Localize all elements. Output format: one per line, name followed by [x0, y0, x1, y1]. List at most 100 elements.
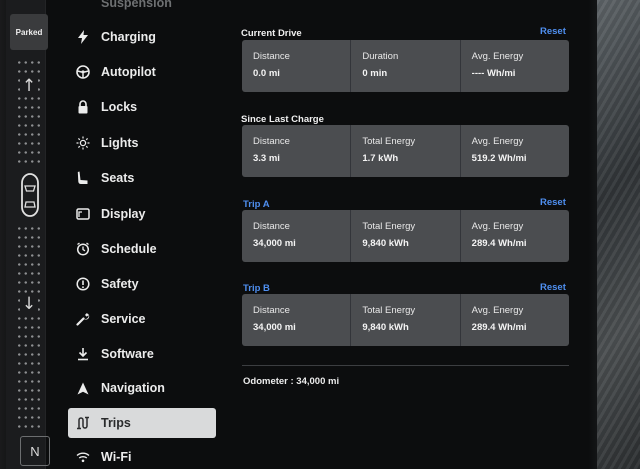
stat-value: 519.2 Wh/mi — [471, 153, 527, 164]
parked-badge[interactable]: Parked — [10, 14, 48, 50]
sidebar-item-label: Charging — [101, 30, 156, 44]
odometer-divider — [242, 365, 569, 366]
stat-value: 34,000 mi — [253, 322, 296, 333]
reverse-down-arrow-icon[interactable]: ↓ — [20, 294, 38, 314]
sidebar-item-label: Lights — [101, 136, 139, 150]
current-drive-reset-link[interactable]: Reset — [540, 26, 566, 37]
stat-value: 289.4 Wh/mi — [471, 238, 527, 249]
stat-cell-distance: Distance 34,000 mi — [242, 294, 350, 346]
stat-value: 9,840 kWh — [362, 238, 409, 249]
current-drive-card: Distance 0.0 mi Duration 0 min Avg. Ener… — [242, 40, 569, 92]
current-drive-title: Current Drive — [241, 28, 302, 39]
neutral-gear-label: N — [30, 443, 40, 459]
sidebar-item-label: Wi-Fi — [101, 450, 132, 464]
stat-label: Total Energy — [362, 221, 416, 232]
stat-label: Total Energy — [362, 136, 416, 147]
sidebar-item-locks[interactable]: Locks — [68, 92, 216, 122]
gear-dots-upper — [16, 58, 42, 166]
suspension-icon — [75, 0, 91, 11]
lightning-icon — [75, 29, 91, 45]
trip-a-title: Trip A — [243, 199, 270, 210]
car-top-view-icon — [20, 172, 40, 218]
trip-a-reset-link[interactable]: Reset — [540, 197, 566, 208]
gear-dots-lower — [16, 224, 42, 432]
sidebar-item-wifi[interactable]: Wi-Fi — [68, 442, 216, 469]
stat-value: 3.3 mi — [253, 153, 280, 164]
trips-icon — [75, 415, 91, 431]
sidebar-item-label: Safety — [101, 277, 139, 291]
stat-label: Distance — [253, 305, 290, 316]
stat-value: 1.7 kWh — [362, 153, 399, 164]
stat-label: Distance — [253, 221, 290, 232]
stat-cell-avg-energy: Avg. Energy 519.2 Wh/mi — [459, 125, 569, 177]
since-last-charge-card: Distance 3.3 mi Total Energy 1.7 kWh Avg… — [242, 125, 569, 177]
stat-label: Avg. Energy — [471, 136, 524, 147]
display-icon — [75, 206, 91, 222]
sidebar-item-label: Suspension — [101, 0, 172, 10]
lock-icon — [75, 99, 91, 115]
stat-cell-total-energy: Total Energy 9,840 kWh — [350, 210, 459, 262]
sidebar-item-safety[interactable]: Safety — [68, 269, 216, 299]
sidebar-item-schedule[interactable]: Schedule — [68, 234, 216, 264]
sidebar-item-label: Software — [101, 347, 154, 361]
sidebar-item-navigation[interactable]: Navigation — [68, 373, 216, 403]
stat-value: 0.0 mi — [253, 68, 280, 79]
stat-value: 34,000 mi — [253, 238, 296, 249]
sidebar-item-trips[interactable]: Trips — [68, 408, 216, 438]
sidebar-item-seats[interactable]: Seats — [68, 163, 216, 193]
sidebar-item-label: Navigation — [101, 381, 165, 395]
steering-wheel-icon — [75, 64, 91, 80]
trip-b-reset-link[interactable]: Reset — [540, 282, 566, 293]
sidebar-item-display[interactable]: Display — [68, 199, 216, 229]
stat-cell-avg-energy: Avg. Energy 289.4 Wh/mi — [459, 294, 569, 346]
download-icon — [75, 346, 91, 362]
stat-cell-avg-energy: Avg. Energy 289.4 Wh/mi — [459, 210, 569, 262]
stat-value: 9,840 kWh — [362, 322, 409, 333]
sidebar-item-service[interactable]: Service — [68, 304, 216, 334]
stat-label: Total Energy — [362, 305, 416, 316]
sidebar-item-autopilot[interactable]: Autopilot — [68, 57, 216, 87]
stat-cell-distance: Distance 0.0 mi — [242, 40, 350, 92]
gear-strip: Parked ↑ ↓ N — [6, 0, 50, 469]
drive-up-arrow-icon[interactable]: ↑ — [20, 76, 38, 96]
sidebar-item-label: Trips — [101, 416, 131, 430]
stat-cell-avg-energy: Avg. Energy ---- Wh/mi — [459, 40, 569, 92]
sidebar-item-lights[interactable]: Lights — [68, 128, 216, 158]
stat-cell-duration: Duration 0 min — [350, 40, 459, 92]
stat-label: Avg. Energy — [471, 221, 524, 232]
stat-label: Duration — [362, 51, 399, 62]
stat-cell-distance: Distance 34,000 mi — [242, 210, 350, 262]
odometer-readout: Odometer : 34,000 mi — [243, 376, 340, 387]
trips-panel: Current Drive Reset Distance 0.0 mi Dura… — [232, 0, 597, 469]
alert-circle-icon — [75, 276, 91, 292]
sidebar-item-charging[interactable]: Charging — [68, 22, 216, 52]
neutral-gear-button[interactable]: N — [20, 436, 50, 466]
trip-b-title: Trip B — [243, 283, 270, 294]
sidebar-item-label: Display — [101, 207, 146, 221]
stat-value: 289.4 Wh/mi — [471, 322, 527, 333]
stat-cell-distance: Distance 3.3 mi — [242, 125, 350, 177]
wrench-icon — [75, 311, 91, 327]
wifi-icon — [75, 449, 91, 465]
stat-cell-total-energy: Total Energy 1.7 kWh — [350, 125, 459, 177]
seat-icon — [75, 170, 91, 186]
stat-value: 0 min — [362, 68, 388, 79]
stat-label: Distance — [253, 136, 290, 147]
since-last-charge-title: Since Last Charge — [241, 114, 324, 125]
stat-cell-total-energy: Total Energy 9,840 kWh — [350, 294, 459, 346]
screen-bezel — [597, 0, 640, 469]
clock-icon — [75, 241, 91, 257]
trip-b-card: Distance 34,000 mi Total Energy 9,840 kW… — [242, 294, 569, 346]
sidebar-item-software[interactable]: Software — [68, 339, 216, 369]
sidebar-item-label: Seats — [101, 171, 135, 185]
sidebar-item-label: Autopilot — [101, 65, 156, 79]
navigation-arrow-icon — [75, 380, 91, 396]
sidebar-item-label: Locks — [101, 100, 138, 114]
sidebar-item-label: Schedule — [101, 242, 157, 256]
trip-a-card: Distance 34,000 mi Total Energy 9,840 kW… — [242, 210, 569, 262]
stat-label: Avg. Energy — [471, 51, 524, 62]
sidebar-item-label: Service — [101, 312, 146, 326]
stat-value: ---- Wh/mi — [471, 68, 516, 79]
settings-sidebar: Suspension Charging Autopilot Locks Ligh… — [58, 0, 228, 469]
sidebar-item-suspension[interactable]: Suspension — [68, 0, 216, 18]
